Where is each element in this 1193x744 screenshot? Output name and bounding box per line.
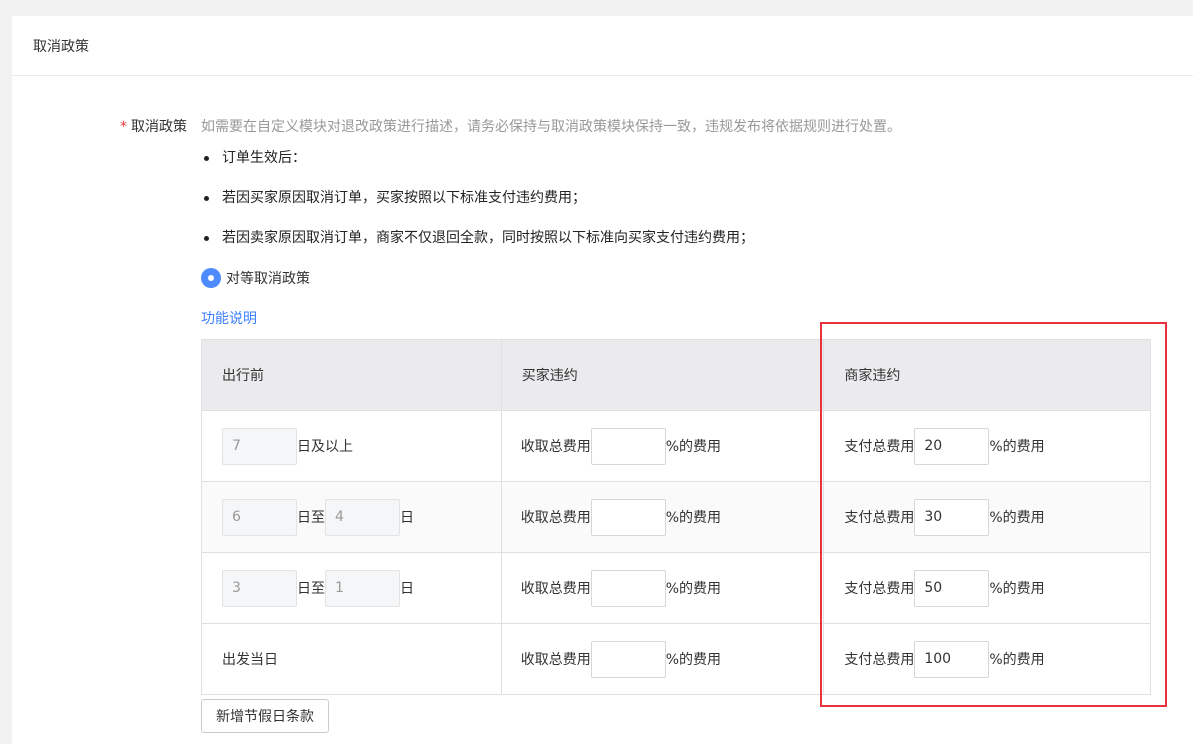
buyer-percent-input[interactable] (590, 569, 666, 607)
seller-suffix: %的费用 (989, 510, 1045, 526)
days-suffix: 日 (400, 581, 414, 597)
buyer-suffix: %的费用 (665, 652, 722, 668)
departure-day-label: 出发当日 (222, 652, 278, 668)
buyer-percent-input[interactable] (590, 498, 666, 536)
buyer-suffix: %的费用 (665, 510, 722, 526)
buyer-suffix: %的费用 (665, 439, 722, 455)
buyer-percent-input[interactable] (590, 427, 666, 465)
bullet-item: 订单生效后： (204, 148, 754, 188)
radio-label: 对等取消政策 (226, 271, 310, 287)
add-holiday-clause-button[interactable]: 新增节假日条款 (201, 699, 329, 733)
buyer-percent-input[interactable] (590, 640, 666, 678)
seller-suffix: %的费用 (989, 581, 1045, 597)
seller-suffix: %的费用 (989, 652, 1045, 668)
cancel-policy-label: * 取消政策 (112, 116, 187, 136)
policy-hint: 如需要在自定义模块对退改政策进行描述，请务必保持与取消政策模块保持一致，违规发布… (201, 119, 901, 135)
seller-percent-input[interactable] (914, 427, 990, 465)
buyer-prefix: 收取总费用 (520, 510, 591, 526)
required-mark: * (120, 119, 127, 135)
header-buyer-breach: 买家违约 (501, 339, 825, 411)
seller-suffix: %的费用 (989, 439, 1045, 455)
buyer-prefix: 收取总费用 (520, 652, 591, 668)
days-from-input (222, 498, 297, 536)
table-row: 出发当日 收取总费用 %的费用 支付总费用 %的费用 (201, 623, 1151, 695)
seller-prefix: 支付总费用 (844, 510, 915, 526)
label-text: 取消政策 (131, 119, 187, 135)
header-before-trip: 出行前 (201, 339, 502, 411)
function-description-link[interactable]: 功能说明 (201, 308, 257, 328)
days-from-input (222, 569, 297, 607)
days-suffix: 日 (400, 510, 414, 526)
buyer-prefix: 收取总费用 (520, 581, 591, 597)
days-to-input (325, 569, 400, 607)
seller-prefix: 支付总费用 (844, 581, 915, 597)
seller-prefix: 支付总费用 (844, 652, 915, 668)
cancel-policy-card: 取消政策 * 取消政策 如需要在自定义模块对退改政策进行描述，请务必保持与取消政策… (12, 16, 1193, 744)
range-mid: 日至 (297, 581, 325, 597)
days-suffix: 日及以上 (297, 439, 353, 455)
equal-policy-radio[interactable]: 对等取消政策 (201, 268, 310, 288)
card-title: 取消政策 (12, 16, 1193, 76)
seller-prefix: 支付总费用 (844, 439, 915, 455)
table-header-row: 出行前 买家违约 商家违约 (201, 339, 1151, 411)
range-mid: 日至 (297, 510, 325, 526)
days-to-input (325, 498, 400, 536)
buyer-suffix: %的费用 (665, 581, 722, 597)
header-seller-breach: 商家违约 (823, 339, 1151, 411)
policy-bullets: 订单生效后： 若因买家原因取消订单，买家按照以下标准支付违约费用； 若因卖家原因… (204, 148, 754, 268)
bullet-item: 若因卖家原因取消订单，商家不仅退回全款，同时按照以下标准向买家支付违约费用； (204, 228, 754, 268)
seller-percent-input[interactable] (914, 640, 990, 678)
bullet-item: 若因买家原因取消订单，买家按照以下标准支付违约费用； (204, 188, 754, 228)
table-row: 日至 日 收取总费用 %的费用 支付总费用 %的费用 (201, 552, 1151, 624)
table-row: 日及以上 收取总费用 %的费用 支付总费用 %的费用 (201, 410, 1151, 482)
buyer-prefix: 收取总费用 (520, 439, 591, 455)
seller-percent-input[interactable] (914, 498, 990, 536)
table-row: 日至 日 收取总费用 %的费用 支付总费用 %的费用 (201, 481, 1151, 553)
radio-checked-icon[interactable] (201, 268, 221, 288)
seller-percent-input[interactable] (914, 569, 990, 607)
days-from-input (222, 427, 297, 465)
cancel-policy-table: 出行前 买家违约 商家违约 日及以上 收取总费用 %的费用 支付总费用 (201, 339, 1151, 695)
